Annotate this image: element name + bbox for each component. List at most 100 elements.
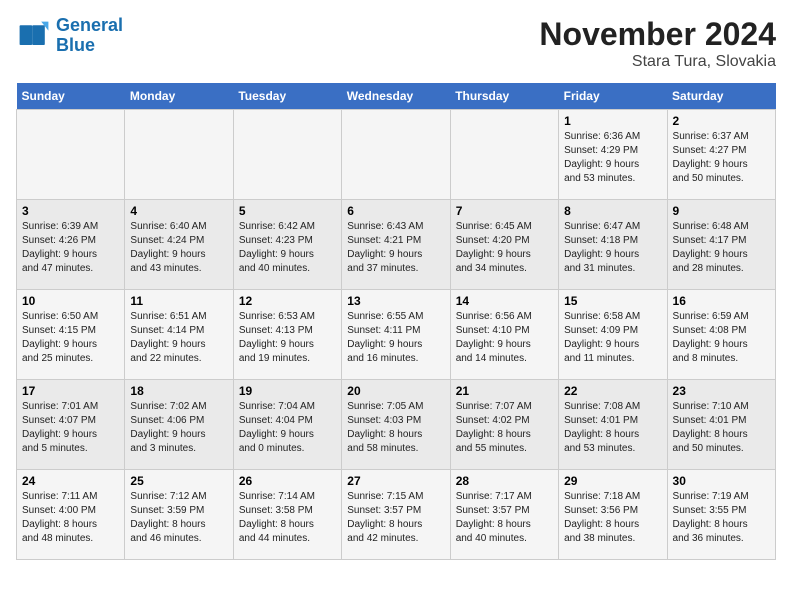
calendar-cell: 22Sunrise: 7:08 AM Sunset: 4:01 PM Dayli… xyxy=(559,380,667,470)
calendar-cell: 29 Sunrise: 7:18 AM Sunset: 3:56 PM Dayli… xyxy=(559,470,667,560)
day-number: 11 xyxy=(130,294,227,308)
day-info: Sunrise: 7:02 AM Sunset: 4:06 PM Dayligh… xyxy=(130,400,227,456)
day-number: 8 xyxy=(564,204,661,218)
calendar-cell: 25 Sunrise: 7:12 AM Sunset: 3:59 PM Dayli… xyxy=(125,470,233,560)
day-number: 7 xyxy=(456,204,553,218)
day-info: Sunrise: 7:15 AM Sunset: 3:57 PM Dayligh… xyxy=(347,490,444,546)
calendar-cell: 12 Sunrise: 6:53 AM Sunset: 4:13 PM Dayli… xyxy=(233,290,341,380)
calendar-cell: 26Sunrise: 7:14 AM Sunset: 3:58 PM Dayli… xyxy=(233,470,341,560)
column-header-wednesday: Wednesday xyxy=(342,83,450,110)
calendar-cell: 15 Sunrise: 6:58 AM Sunset: 4:09 PM Dayli… xyxy=(559,290,667,380)
calendar-cell: 3 Sunrise: 6:39 AM Sunset: 4:26 PM Daylig… xyxy=(17,200,125,290)
week-row-5: 24 Sunrise: 7:11 AM Sunset: 4:00 PM Dayli… xyxy=(17,470,776,560)
calendar-cell: 6 Sunrise: 6:43 AM Sunset: 4:21 PM Daylig… xyxy=(342,200,450,290)
calendar-cell: 1Sunrise: 6:36 AM Sunset: 4:29 PM Daylig… xyxy=(559,110,667,200)
calendar-cell: 11Sunrise: 6:51 AM Sunset: 4:14 PM Dayli… xyxy=(125,290,233,380)
calendar-cell: 27 Sunrise: 7:15 AM Sunset: 3:57 PM Dayli… xyxy=(342,470,450,560)
day-number: 20 xyxy=(347,384,444,398)
day-number: 13 xyxy=(347,294,444,308)
day-number: 21 xyxy=(456,384,553,398)
calendar-cell: 4 Sunrise: 6:40 AM Sunset: 4:24 PM Daylig… xyxy=(125,200,233,290)
calendar-table: SundayMondayTuesdayWednesdayThursdayFrid… xyxy=(16,83,776,560)
page-header: General Blue November 2024 Stara Tura, S… xyxy=(16,16,776,71)
day-number: 10 xyxy=(22,294,119,308)
column-header-saturday: Saturday xyxy=(667,83,775,110)
main-title: November 2024 xyxy=(539,16,776,53)
day-info: Sunrise: 6:58 AM Sunset: 4:09 PM Dayligh… xyxy=(564,310,661,366)
calendar-cell xyxy=(17,110,125,200)
day-number: 28 xyxy=(456,474,553,488)
calendar-cell: 23Sunrise: 7:10 AM Sunset: 4:01 PM Dayli… xyxy=(667,380,775,470)
day-info: Sunrise: 7:19 AM Sunset: 3:55 PM Dayligh… xyxy=(673,490,770,546)
calendar-cell: 24 Sunrise: 7:11 AM Sunset: 4:00 PM Dayli… xyxy=(17,470,125,560)
day-info: Sunrise: 6:36 AM Sunset: 4:29 PM Dayligh… xyxy=(564,130,661,186)
day-number: 19 xyxy=(239,384,336,398)
calendar-cell: 7Sunrise: 6:45 AM Sunset: 4:20 PM Daylig… xyxy=(450,200,558,290)
week-row-2: 3 Sunrise: 6:39 AM Sunset: 4:26 PM Daylig… xyxy=(17,200,776,290)
day-info: Sunrise: 6:40 AM Sunset: 4:24 PM Dayligh… xyxy=(130,220,227,276)
logo-text: General Blue xyxy=(56,16,123,56)
calendar-cell: 17Sunrise: 7:01 AM Sunset: 4:07 PM Dayli… xyxy=(17,380,125,470)
week-row-3: 10 Sunrise: 6:50 AM Sunset: 4:15 PM Dayli… xyxy=(17,290,776,380)
day-number: 16 xyxy=(673,294,770,308)
day-number: 25 xyxy=(130,474,227,488)
day-number: 4 xyxy=(130,204,227,218)
day-number: 18 xyxy=(130,384,227,398)
calendar-cell xyxy=(342,110,450,200)
week-row-4: 17Sunrise: 7:01 AM Sunset: 4:07 PM Dayli… xyxy=(17,380,776,470)
calendar-cell: 2 Sunrise: 6:37 AM Sunset: 4:27 PM Daylig… xyxy=(667,110,775,200)
calendar-cell: 21 Sunrise: 7:07 AM Sunset: 4:02 PM Dayli… xyxy=(450,380,558,470)
day-number: 29 xyxy=(564,474,661,488)
calendar-cell: 9 Sunrise: 6:48 AM Sunset: 4:17 PM Daylig… xyxy=(667,200,775,290)
day-info: Sunrise: 6:55 AM Sunset: 4:11 PM Dayligh… xyxy=(347,310,444,366)
day-number: 23 xyxy=(673,384,770,398)
day-info: Sunrise: 6:39 AM Sunset: 4:26 PM Dayligh… xyxy=(22,220,119,276)
day-number: 15 xyxy=(564,294,661,308)
day-info: Sunrise: 6:37 AM Sunset: 4:27 PM Dayligh… xyxy=(673,130,770,186)
column-header-friday: Friday xyxy=(559,83,667,110)
day-number: 5 xyxy=(239,204,336,218)
calendar-cell: 13 Sunrise: 6:55 AM Sunset: 4:11 PM Dayli… xyxy=(342,290,450,380)
day-info: Sunrise: 7:14 AM Sunset: 3:58 PM Dayligh… xyxy=(239,490,336,546)
calendar-cell: 14Sunrise: 6:56 AM Sunset: 4:10 PM Dayli… xyxy=(450,290,558,380)
calendar-cell: 19 Sunrise: 7:04 AM Sunset: 4:04 PM Dayli… xyxy=(233,380,341,470)
calendar-cell xyxy=(450,110,558,200)
week-row-1: 1Sunrise: 6:36 AM Sunset: 4:29 PM Daylig… xyxy=(17,110,776,200)
logo: General Blue xyxy=(16,16,123,56)
day-info: Sunrise: 7:18 AM Sunset: 3:56 PM Dayligh… xyxy=(564,490,661,546)
day-info: Sunrise: 6:53 AM Sunset: 4:13 PM Dayligh… xyxy=(239,310,336,366)
day-info: Sunrise: 6:50 AM Sunset: 4:15 PM Dayligh… xyxy=(22,310,119,366)
title-block: November 2024 Stara Tura, Slovakia xyxy=(539,16,776,71)
day-number: 6 xyxy=(347,204,444,218)
day-info: Sunrise: 6:43 AM Sunset: 4:21 PM Dayligh… xyxy=(347,220,444,276)
day-number: 24 xyxy=(22,474,119,488)
day-info: Sunrise: 7:04 AM Sunset: 4:04 PM Dayligh… xyxy=(239,400,336,456)
column-header-sunday: Sunday xyxy=(17,83,125,110)
day-number: 3 xyxy=(22,204,119,218)
day-info: Sunrise: 7:12 AM Sunset: 3:59 PM Dayligh… xyxy=(130,490,227,546)
day-info: Sunrise: 6:59 AM Sunset: 4:08 PM Dayligh… xyxy=(673,310,770,366)
day-info: Sunrise: 6:48 AM Sunset: 4:17 PM Dayligh… xyxy=(673,220,770,276)
calendar-cell: 5 Sunrise: 6:42 AM Sunset: 4:23 PM Daylig… xyxy=(233,200,341,290)
calendar-cell: 28 Sunrise: 7:17 AM Sunset: 3:57 PM Dayli… xyxy=(450,470,558,560)
calendar-cell xyxy=(125,110,233,200)
calendar-cell: 30 Sunrise: 7:19 AM Sunset: 3:55 PM Dayli… xyxy=(667,470,775,560)
day-info: Sunrise: 7:01 AM Sunset: 4:07 PM Dayligh… xyxy=(22,400,119,456)
day-info: Sunrise: 6:42 AM Sunset: 4:23 PM Dayligh… xyxy=(239,220,336,276)
column-header-monday: Monday xyxy=(125,83,233,110)
day-number: 22 xyxy=(564,384,661,398)
day-info: Sunrise: 7:05 AM Sunset: 4:03 PM Dayligh… xyxy=(347,400,444,456)
day-number: 2 xyxy=(673,114,770,128)
day-number: 27 xyxy=(347,474,444,488)
day-info: Sunrise: 6:47 AM Sunset: 4:18 PM Dayligh… xyxy=(564,220,661,276)
calendar-cell xyxy=(233,110,341,200)
day-number: 30 xyxy=(673,474,770,488)
day-info: Sunrise: 7:17 AM Sunset: 3:57 PM Dayligh… xyxy=(456,490,553,546)
day-number: 9 xyxy=(673,204,770,218)
calendar-cell: 18 Sunrise: 7:02 AM Sunset: 4:06 PM Dayli… xyxy=(125,380,233,470)
day-number: 12 xyxy=(239,294,336,308)
column-header-tuesday: Tuesday xyxy=(233,83,341,110)
calendar-cell: 20 Sunrise: 7:05 AM Sunset: 4:03 PM Dayli… xyxy=(342,380,450,470)
day-info: Sunrise: 7:11 AM Sunset: 4:00 PM Dayligh… xyxy=(22,490,119,546)
day-info: Sunrise: 7:07 AM Sunset: 4:02 PM Dayligh… xyxy=(456,400,553,456)
